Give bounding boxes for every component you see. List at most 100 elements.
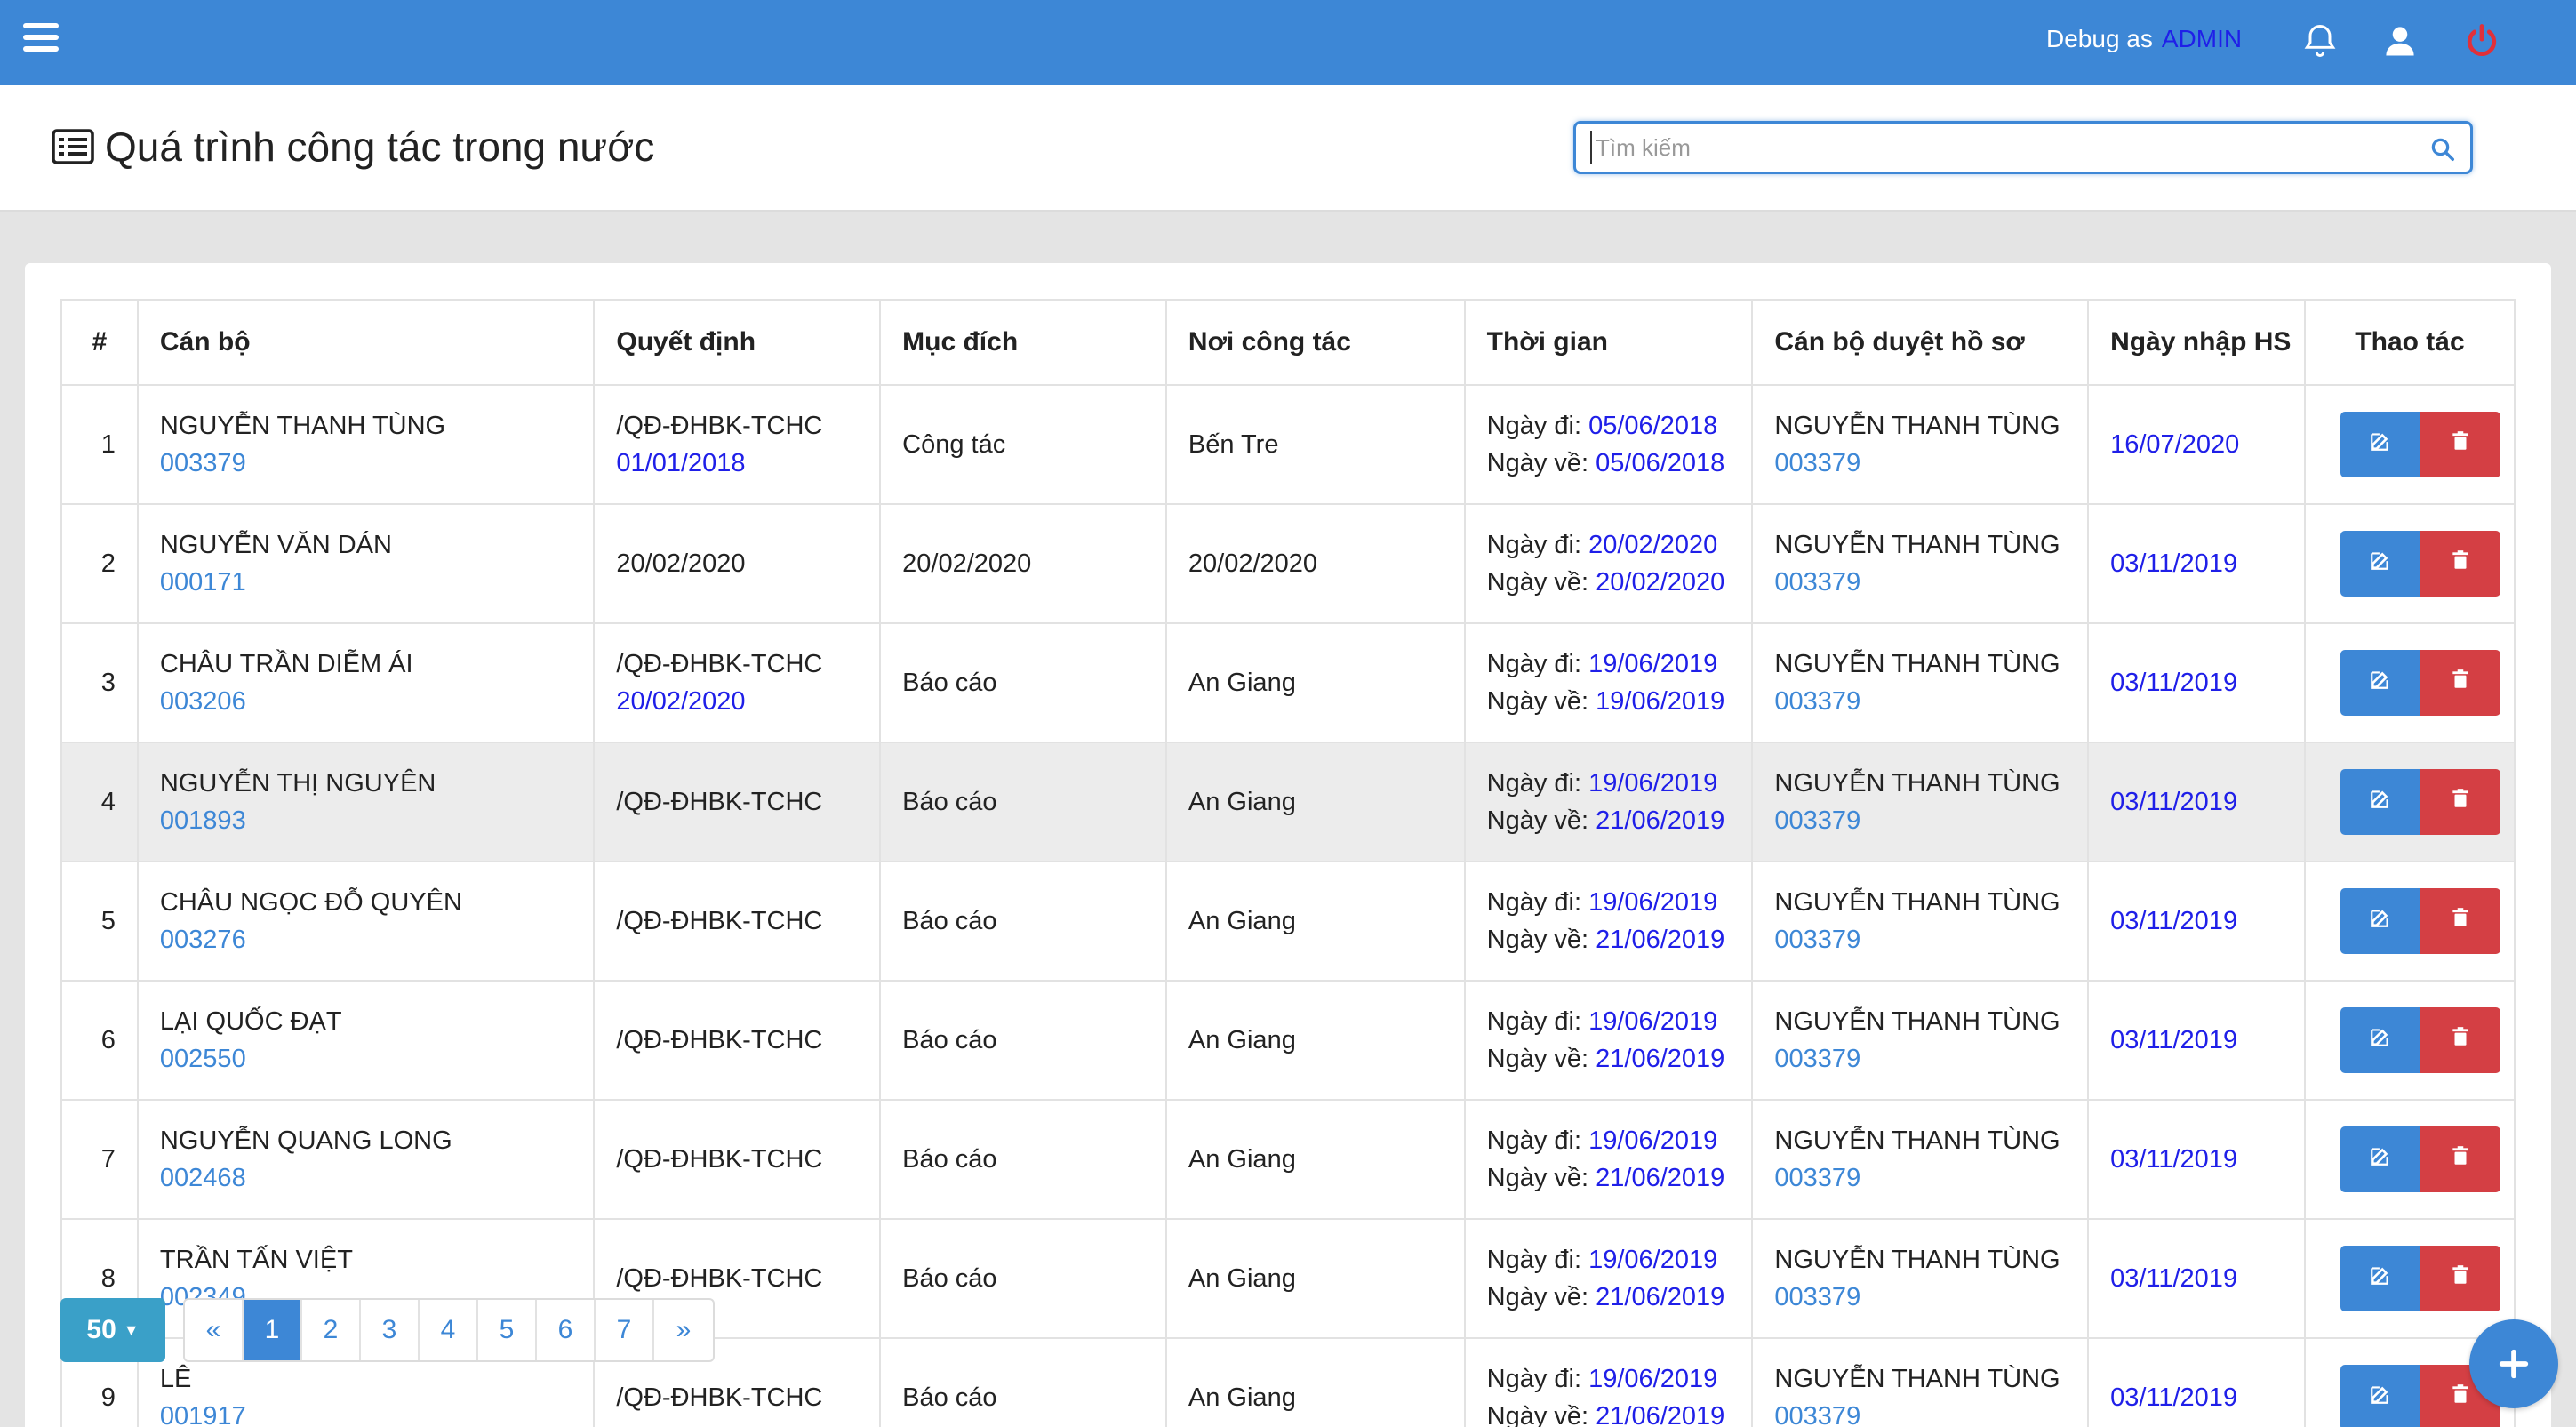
edit-icon xyxy=(2369,783,2392,821)
menu-icon[interactable] xyxy=(23,23,59,55)
approver-code-link[interactable]: 003379 xyxy=(1774,1283,1860,1311)
staff-code-link[interactable]: 003379 xyxy=(160,449,246,477)
approver-code-link[interactable]: 003379 xyxy=(1774,806,1860,835)
approver-code-link[interactable]: 003379 xyxy=(1774,1402,1860,1427)
actions-cell xyxy=(2303,1099,2516,1220)
approver-code-link[interactable]: 003379 xyxy=(1774,926,1860,954)
trash-icon xyxy=(2449,1260,2472,1297)
page-title: Quá trình công tác trong nước xyxy=(52,123,654,171)
approver-cell: NGUYỄN THANH TÙNG 003379 xyxy=(1751,1099,2090,1220)
page-size-dropdown[interactable]: 50 ▼ xyxy=(60,1298,165,1362)
date-return-label: Ngày về: xyxy=(1486,687,1589,716)
edit-button[interactable] xyxy=(2340,1007,2420,1073)
entry-date-cell: 03/11/2019 xyxy=(2087,1099,2306,1220)
actions-cell xyxy=(2303,384,2516,505)
date-go: 19/06/2019 xyxy=(1588,1126,1718,1155)
staff-code-link[interactable]: 002550 xyxy=(160,1045,246,1073)
add-button[interactable] xyxy=(2469,1319,2558,1408)
edit-button[interactable] xyxy=(2340,650,2420,716)
user-icon[interactable] xyxy=(2380,21,2420,60)
delete-button[interactable] xyxy=(2420,531,2500,597)
staff-code-link[interactable]: 001917 xyxy=(160,1402,246,1427)
date-go-label: Ngày đi: xyxy=(1486,650,1582,678)
page-button-4[interactable]: 4 xyxy=(420,1300,478,1360)
column-header[interactable]: Nơi công tác xyxy=(1164,299,1466,386)
staff-cell: CHÂU NGỌC ĐỖ QUYÊN 003276 xyxy=(136,861,596,982)
approver-cell: NGUYỄN THANH TÙNG 003379 xyxy=(1751,1337,2090,1427)
delete-button[interactable] xyxy=(2420,769,2500,835)
delete-button[interactable] xyxy=(2420,888,2500,954)
date-return-label: Ngày về: xyxy=(1486,449,1589,477)
edit-icon xyxy=(2369,1260,2392,1297)
date-return: 20/02/2020 xyxy=(1596,568,1725,597)
edit-button[interactable] xyxy=(2340,412,2420,477)
date-return-label: Ngày về: xyxy=(1486,806,1589,835)
date-go-label: Ngày đi: xyxy=(1486,888,1582,917)
page-button-2[interactable]: 2 xyxy=(302,1300,361,1360)
trash-icon xyxy=(2449,426,2472,463)
entry-date-cell: 03/11/2019 xyxy=(2087,1218,2306,1339)
staff-name: LÊ xyxy=(159,1365,192,1393)
page-header: Quá trình công tác trong nước xyxy=(0,85,2576,212)
date-return: 21/06/2019 xyxy=(1596,806,1725,835)
column-header[interactable]: Cán bộ duyệt hồ sơ xyxy=(1751,299,2090,386)
column-header[interactable]: # xyxy=(60,299,139,386)
approver-name: NGUYỄN THANH TÙNG xyxy=(1774,1365,2060,1393)
entry-date-cell: 03/11/2019 xyxy=(2087,1337,2306,1427)
search-input[interactable] xyxy=(1590,131,2390,164)
table-row: 6 LẠI QUỐC ĐẠT 002550/QĐ-ĐHBK-TCHC Báo cáo A… xyxy=(60,980,2516,1101)
column-header[interactable]: Ngày nhập HS xyxy=(2087,299,2306,386)
staff-code-link[interactable]: 001893 xyxy=(160,806,246,835)
page-next-button[interactable]: » xyxy=(654,1300,713,1360)
staff-code-link[interactable]: 003206 xyxy=(160,687,246,716)
staff-cell: NGUYỄN QUANG LONG 002468 xyxy=(136,1099,596,1220)
date-go: 19/06/2019 xyxy=(1588,650,1718,678)
column-header[interactable]: Thời gian xyxy=(1463,299,1754,386)
debug-user-link[interactable]: ADMIN xyxy=(2162,25,2242,52)
column-header[interactable]: Cán bộ xyxy=(136,299,596,386)
staff-code-link[interactable]: 000171 xyxy=(160,568,246,597)
date-go-label: Ngày đi: xyxy=(1486,412,1582,440)
date-go: 19/06/2019 xyxy=(1588,1007,1718,1036)
row-number: 2 xyxy=(60,503,139,624)
delete-button[interactable] xyxy=(2420,1246,2500,1311)
edit-button[interactable] xyxy=(2340,769,2420,835)
staff-name: LẠI QUỐC ĐẠT xyxy=(159,1007,342,1036)
power-icon[interactable] xyxy=(2462,21,2501,60)
approver-code-link[interactable]: 003379 xyxy=(1774,568,1860,597)
page-button-5[interactable]: 5 xyxy=(478,1300,537,1360)
delete-button[interactable] xyxy=(2420,650,2500,716)
date-go: 19/06/2019 xyxy=(1588,769,1718,798)
approver-cell: NGUYỄN THANH TÙNG 003379 xyxy=(1751,622,2090,743)
edit-button[interactable] xyxy=(2340,1365,2420,1427)
decision-number: /QĐ-ĐHBK-TCHC xyxy=(616,1383,823,1412)
edit-button[interactable] xyxy=(2340,1246,2420,1311)
approver-name: NGUYỄN THANH TÙNG xyxy=(1774,531,2060,559)
page-button-3[interactable]: 3 xyxy=(361,1300,420,1360)
delete-button[interactable] xyxy=(2420,412,2500,477)
staff-code-link[interactable]: 003276 xyxy=(160,926,246,954)
trash-icon xyxy=(2449,1022,2472,1059)
edit-button[interactable] xyxy=(2340,888,2420,954)
page-button-1[interactable]: 1 xyxy=(244,1300,302,1360)
column-header[interactable]: Mục đích xyxy=(879,299,1167,386)
approver-code-link[interactable]: 003379 xyxy=(1774,1164,1860,1192)
approver-code-link[interactable]: 003379 xyxy=(1774,687,1860,716)
staff-code-link[interactable]: 002468 xyxy=(160,1164,246,1192)
approver-code-link[interactable]: 003379 xyxy=(1774,1045,1860,1073)
column-header[interactable]: Quyết định xyxy=(593,299,882,386)
edit-button[interactable] xyxy=(2340,531,2420,597)
bell-icon[interactable] xyxy=(2300,21,2340,60)
date-return: 21/06/2019 xyxy=(1596,1045,1725,1073)
delete-button[interactable] xyxy=(2420,1126,2500,1192)
staff-name: CHÂU NGỌC ĐỖ QUYÊN xyxy=(159,888,462,917)
search-icon[interactable] xyxy=(2429,136,2456,163)
page-prev-button[interactable]: « xyxy=(185,1300,244,1360)
page-button-7[interactable]: 7 xyxy=(596,1300,654,1360)
trash-icon xyxy=(2449,1379,2472,1416)
approver-code-link[interactable]: 003379 xyxy=(1774,449,1860,477)
edit-button[interactable] xyxy=(2340,1126,2420,1192)
page-button-6[interactable]: 6 xyxy=(537,1300,596,1360)
delete-button[interactable] xyxy=(2420,1007,2500,1073)
staff-cell: LẠI QUỐC ĐẠT 002550 xyxy=(136,980,596,1101)
